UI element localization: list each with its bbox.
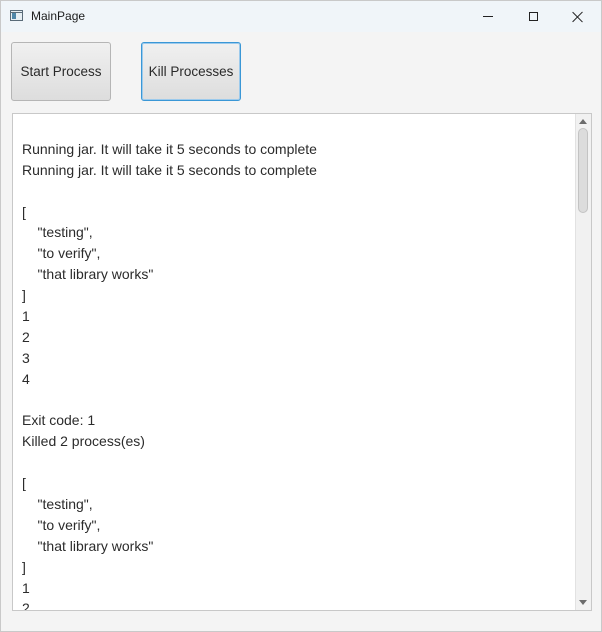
main-window: MainPage Start Process Kill Processes Ru… [0, 0, 602, 632]
output-line: 2 [22, 328, 30, 345]
output-line: [ [22, 475, 26, 492]
scrollbar-thumb[interactable] [578, 128, 588, 213]
start-process-button[interactable]: Start Process [11, 42, 111, 101]
vertical-scrollbar[interactable] [575, 114, 591, 610]
output-line: "testing", [22, 224, 93, 241]
output-line: "testing", [22, 496, 93, 513]
output-line: Running jar. It will take it 5 seconds t… [22, 161, 317, 178]
output-line: "to verify", [22, 245, 101, 262]
kill-processes-button[interactable]: Kill Processes [141, 42, 241, 101]
minimize-icon [483, 16, 493, 17]
close-icon [572, 11, 584, 23]
title-bar[interactable]: MainPage [1, 1, 601, 32]
output-line: 4 [22, 370, 30, 387]
output-line: 1 [22, 579, 30, 596]
window-title: MainPage [31, 9, 86, 23]
output-line: 2 [22, 600, 30, 611]
output-line: 1 [22, 308, 30, 325]
minimize-button[interactable] [465, 1, 511, 32]
app-window-icon [10, 10, 23, 21]
close-button[interactable] [555, 1, 601, 32]
scroll-up-arrow-icon[interactable] [579, 119, 587, 124]
scroll-down-arrow-icon[interactable] [579, 600, 587, 605]
output-line: Killed 2 process(es) [22, 433, 145, 450]
output-line: Running jar. It will take it 5 seconds t… [22, 140, 317, 157]
output-line: ] [22, 558, 26, 575]
output-line: 3 [22, 349, 30, 366]
maximize-icon [528, 12, 538, 21]
output-line: "that library works" [22, 537, 154, 554]
output-text-area[interactable]: Running jar. It will take it 5 seconds t… [12, 113, 592, 611]
output-line: ] [22, 287, 26, 304]
output-line: [ [22, 203, 26, 220]
output-line: Exit code: 1 [22, 412, 96, 429]
output-log: Running jar. It will take it 5 seconds t… [22, 118, 574, 611]
output-line: "to verify", [22, 516, 101, 533]
output-line: "that library works" [22, 266, 154, 283]
maximize-button[interactable] [510, 1, 556, 32]
